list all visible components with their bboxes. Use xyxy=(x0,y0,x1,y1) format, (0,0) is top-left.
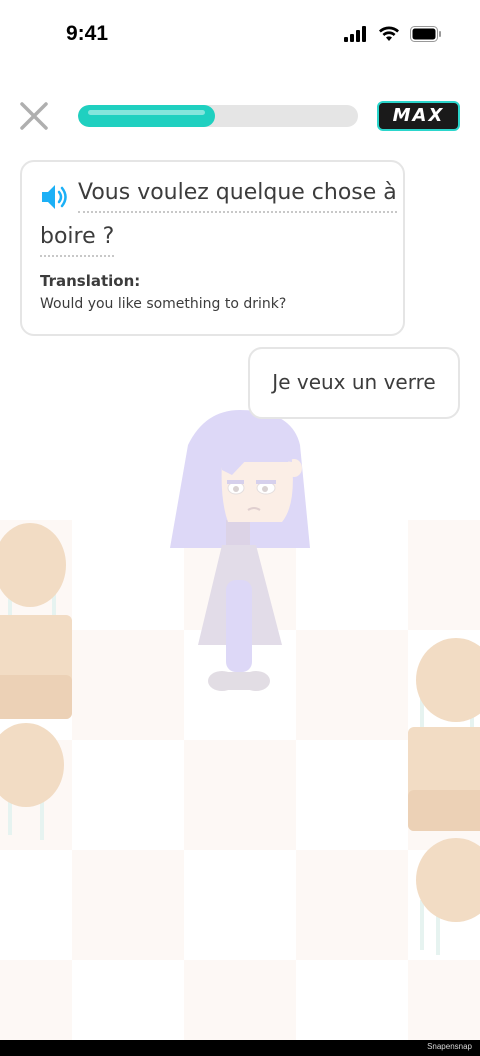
battery-icon xyxy=(410,26,441,42)
status-time: 9:41 xyxy=(66,22,109,45)
prompt-speech-bubble: Vous voulez quelque chose à boire ? Tran… xyxy=(20,160,405,336)
lesson-progress-bar xyxy=(78,105,358,127)
signal-icon xyxy=(344,26,366,42)
wifi-icon xyxy=(379,26,399,41)
play-audio-button[interactable] xyxy=(40,182,70,212)
close-icon xyxy=(20,102,48,130)
status-bar: 9:41 xyxy=(0,0,480,70)
watermark: Snapensnap xyxy=(427,1042,472,1051)
cafe-floor-illustration xyxy=(0,515,480,1040)
prompt-text-line-1[interactable]: Vous voulez quelque chose à xyxy=(78,180,397,213)
max-badge[interactable]: MAX xyxy=(377,101,460,131)
translation-text: Would you like something to drink? xyxy=(40,296,287,312)
cafe-scene xyxy=(0,515,480,1040)
progress-fill xyxy=(78,105,216,127)
status-icons xyxy=(344,26,442,42)
answer-option-bubble[interactable]: Je veux un verre xyxy=(248,347,460,419)
translation-label: Translation: xyxy=(40,272,141,290)
speaker-icon xyxy=(42,185,67,209)
bottom-bar: Snapensnap xyxy=(0,1040,480,1056)
close-button[interactable] xyxy=(18,100,50,132)
prompt-text-line-2[interactable]: boire ? xyxy=(40,224,115,257)
